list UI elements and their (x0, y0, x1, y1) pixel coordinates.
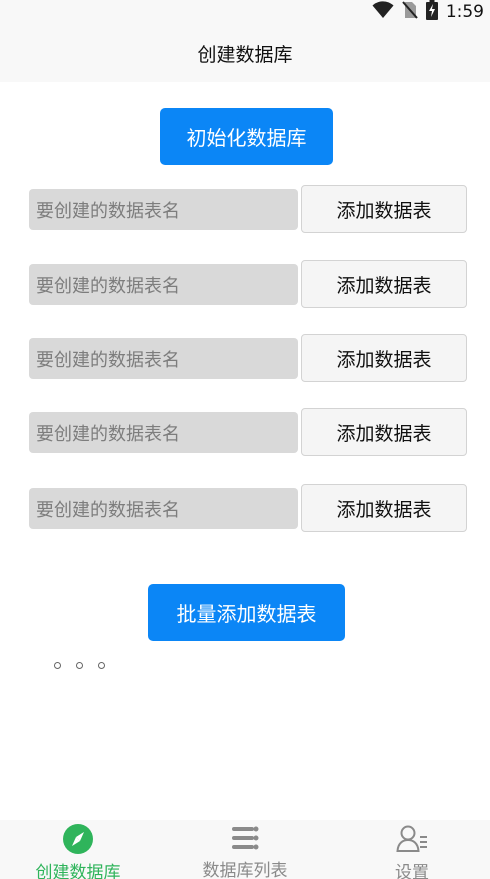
bottom-nav: 创建数据库 数据库列表 设置 (0, 820, 490, 879)
table-name-input[interactable]: 要创建的数据表名 (29, 412, 298, 453)
loading-dot (98, 662, 105, 669)
table-row: 要创建的数据表名 添加数据表 (29, 484, 467, 532)
tab-create-database[interactable]: 创建数据库 (3, 820, 153, 879)
tab-label: 创建数据库 (35, 863, 121, 879)
status-bar: 1:59 (0, 0, 490, 24)
wifi-icon (372, 1, 394, 23)
table-row: 要创建的数据表名 添加数据表 (29, 185, 467, 233)
user-settings-icon (396, 824, 428, 854)
add-table-button[interactable]: 添加数据表 (301, 260, 467, 308)
add-table-button[interactable]: 添加数据表 (301, 408, 467, 456)
table-name-input[interactable]: 要创建的数据表名 (29, 488, 298, 529)
init-database-button[interactable]: 初始化数据库 (160, 108, 333, 165)
loading-dot (76, 662, 83, 669)
table-name-input[interactable]: 要创建的数据表名 (29, 338, 298, 379)
batch-add-tables-button[interactable]: 批量添加数据表 (148, 584, 345, 641)
page-title: 创建数据库 (197, 43, 293, 66)
tab-label: 设置 (395, 863, 429, 879)
tab-settings[interactable]: 设置 (337, 820, 487, 879)
tab-database-list[interactable]: 数据库列表 (170, 820, 320, 879)
loading-dot (54, 662, 61, 669)
compass-icon (63, 824, 93, 854)
table-row: 要创建的数据表名 添加数据表 (29, 408, 467, 456)
table-name-input[interactable]: 要创建的数据表名 (29, 189, 298, 230)
status-time: 1:59 (445, 2, 484, 22)
add-table-button[interactable]: 添加数据表 (301, 185, 467, 233)
loading-indicator (54, 662, 105, 669)
table-row: 要创建的数据表名 添加数据表 (29, 260, 467, 308)
list-icon (230, 824, 260, 852)
no-sim-icon (402, 1, 418, 23)
tab-label: 数据库列表 (202, 861, 288, 879)
title-bar: 创建数据库 (0, 24, 490, 82)
battery-charging-icon (425, 0, 438, 24)
status-icons: 1:59 (372, 0, 484, 24)
add-table-button[interactable]: 添加数据表 (301, 334, 467, 382)
table-name-input[interactable]: 要创建的数据表名 (29, 264, 298, 305)
table-row: 要创建的数据表名 添加数据表 (29, 334, 467, 382)
add-table-button[interactable]: 添加数据表 (301, 484, 467, 532)
screen: 1:59 创建数据库 初始化数据库 要创建的数据表名 添加数据表 要创建的数据表… (0, 0, 490, 879)
